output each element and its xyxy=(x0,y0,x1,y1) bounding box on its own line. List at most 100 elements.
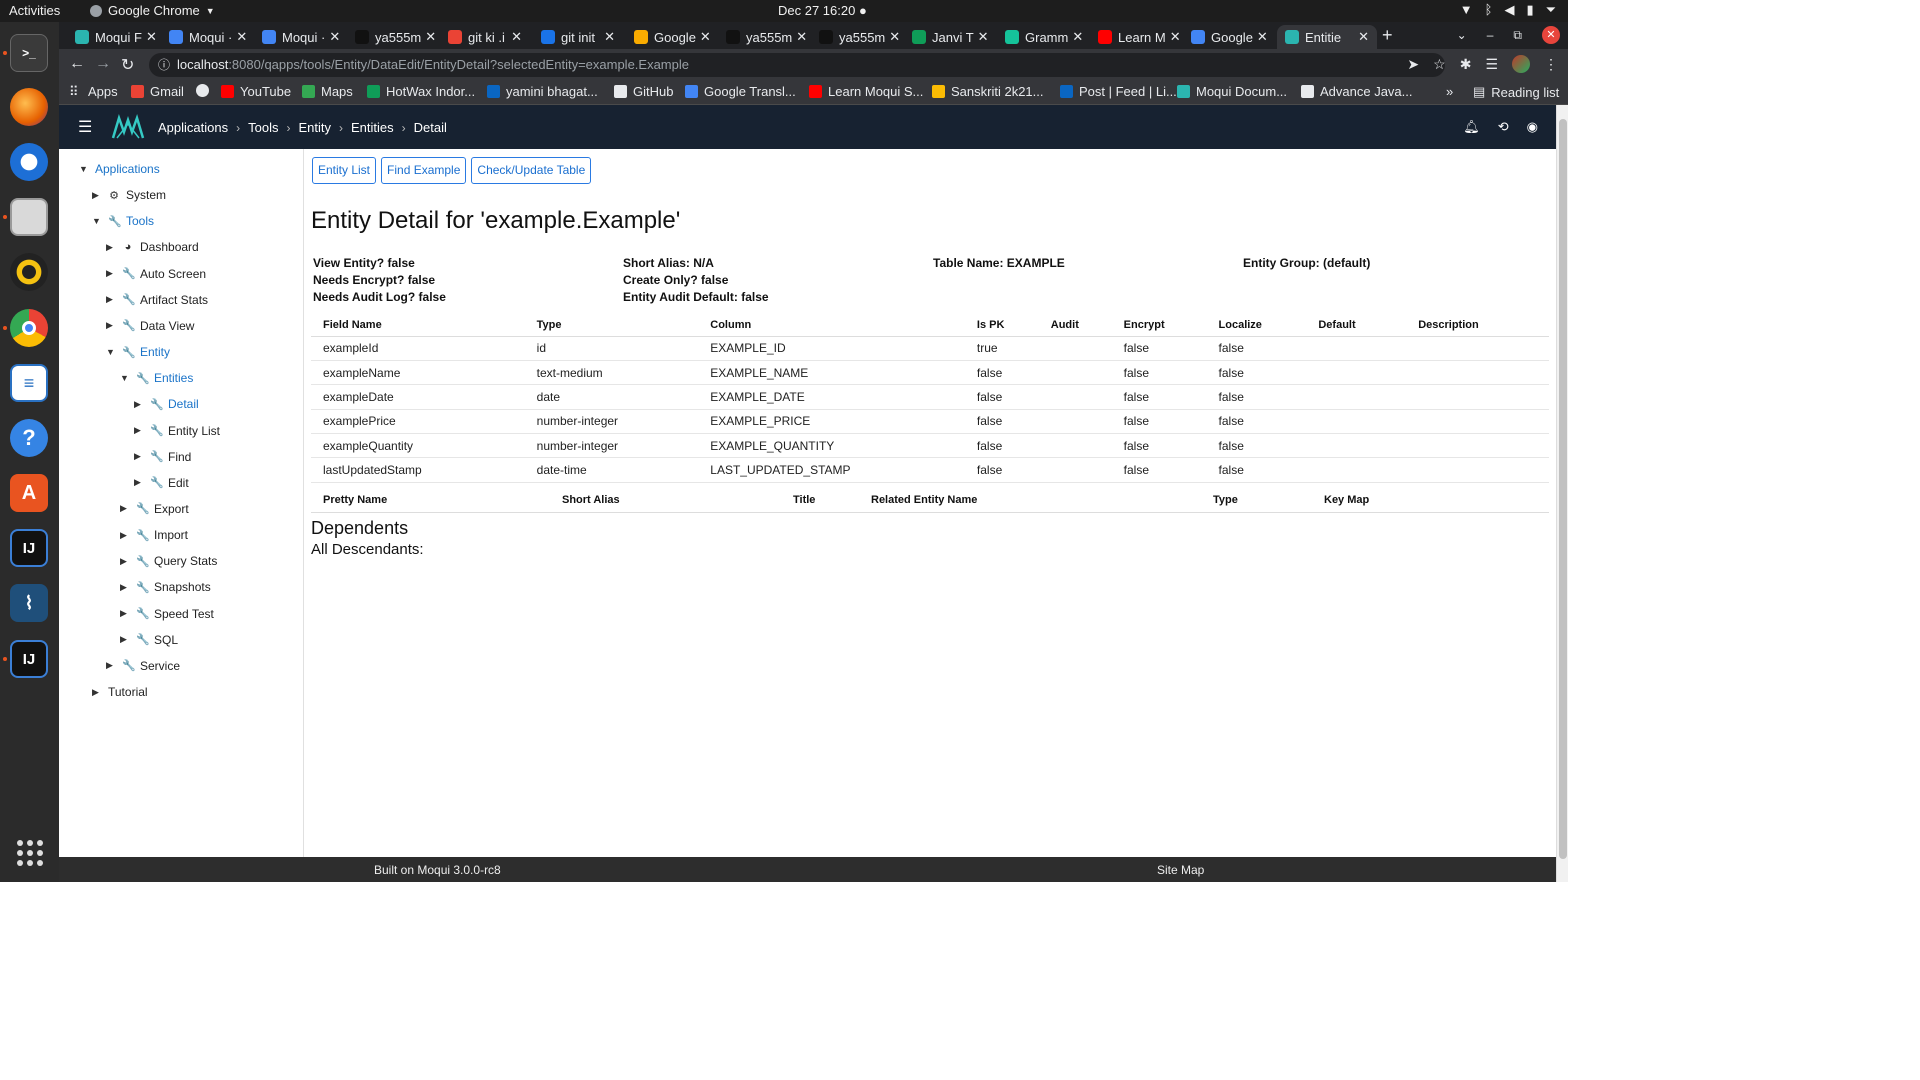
sidebar-item[interactable]: ▶ 🔧 SQL xyxy=(120,630,178,650)
bookmark-item[interactable]: Sanskriti 2k21... xyxy=(932,84,1044,99)
bookmark-item[interactable]: GitHub xyxy=(614,84,673,99)
sidebar-item[interactable]: ▶ ⚙ System xyxy=(92,185,166,205)
bookmark-item[interactable]: ⠿ Apps xyxy=(69,84,118,99)
browser-tab[interactable]: ya555m ✕ xyxy=(718,25,808,49)
close-window-button[interactable]: ✕ xyxy=(1542,26,1560,44)
browser-tab[interactable]: Gramm ✕ xyxy=(997,25,1087,49)
close-tab-icon[interactable]: ✕ xyxy=(792,29,807,45)
bookmark-item[interactable]: Learn Moqui S... xyxy=(809,84,923,99)
bookmark-item[interactable]: YouTube xyxy=(221,84,291,99)
caret-right-icon[interactable]: ▶ xyxy=(106,320,116,331)
close-tab-icon[interactable]: ✕ xyxy=(885,29,900,45)
menu-toggle-icon[interactable]: ☰ xyxy=(78,117,92,137)
browser-tab[interactable]: ya555m ✕ xyxy=(347,25,437,49)
close-tab-icon[interactable]: ✕ xyxy=(232,29,247,45)
browser-tab[interactable]: Moqui F ✕ xyxy=(67,25,157,49)
rhythmbox-icon[interactable] xyxy=(10,253,48,291)
user-account-icon[interactable]: ◉ xyxy=(1527,119,1538,135)
libreoffice-writer-icon[interactable]: ≡ xyxy=(10,364,48,402)
close-tab-icon[interactable]: ✕ xyxy=(974,29,989,45)
bookmark-item[interactable]: Google Transl... xyxy=(685,84,796,99)
breadcrumb-item[interactable]: Entity xyxy=(298,120,331,135)
browser-tab[interactable]: Moqui · ✕ xyxy=(161,25,251,49)
breadcrumb-item[interactable]: Detail xyxy=(414,120,447,135)
close-tab-icon[interactable]: ✕ xyxy=(1253,29,1268,45)
caret-down-icon[interactable]: ▼ xyxy=(92,216,102,226)
close-tab-icon[interactable]: ✕ xyxy=(507,29,522,45)
sidebar-item[interactable]: ▶ Tutorial xyxy=(92,682,148,702)
clock[interactable]: Dec 27 16:20 ● xyxy=(778,3,867,18)
sidebar-item[interactable]: ▶ 🔧 Query Stats xyxy=(120,551,217,571)
chrome-icon[interactable] xyxy=(10,309,48,347)
caret-right-icon[interactable]: ▶ xyxy=(120,503,130,514)
close-tab-icon[interactable]: ✕ xyxy=(696,29,711,45)
bookmark-item[interactable]: Gmail xyxy=(131,84,184,99)
sidebar-item[interactable]: ▶ 🔧 Artifact Stats xyxy=(106,290,208,310)
close-tab-icon[interactable]: ✕ xyxy=(142,29,157,45)
breadcrumb-item[interactable]: Entities xyxy=(351,120,394,135)
restore-button[interactable]: ⧉ xyxy=(1513,28,1522,43)
browser-tab[interactable]: Moqui · ✕ xyxy=(254,25,344,49)
browser-tab[interactable]: ya555m ✕ xyxy=(811,25,901,49)
moqui-logo[interactable] xyxy=(111,113,145,143)
bookmark-item[interactable]: Maps xyxy=(302,84,353,99)
activities-button[interactable]: Activities xyxy=(9,3,60,18)
extensions-icon[interactable]: ✱ xyxy=(1460,56,1472,73)
caret-right-icon[interactable]: ▶ xyxy=(120,556,130,567)
browser-tab[interactable]: Entitie ✕ xyxy=(1277,25,1377,49)
entity-list-button[interactable]: Entity List xyxy=(312,157,377,184)
notifications-bell-icon[interactable]: 🔔︎ xyxy=(1463,119,1480,135)
firefox-icon[interactable] xyxy=(10,88,48,126)
browser-tab[interactable]: Janvi T ✕ xyxy=(904,25,994,49)
breadcrumb-item[interactable]: Applications xyxy=(158,120,228,135)
back-button[interactable]: ← xyxy=(69,55,85,73)
bookmark-item[interactable]: Moqui Docum... xyxy=(1177,84,1287,99)
bookmark-item[interactable]: yamini bhagat... xyxy=(487,84,598,99)
sidebar-item[interactable]: ▶ 🔧 Snapshots xyxy=(120,577,211,597)
bookmark-item[interactable]: HotWax Indor... xyxy=(367,84,475,99)
browser-tab[interactable]: git init ✕ xyxy=(533,25,623,49)
close-tab-icon[interactable]: ✕ xyxy=(421,29,436,45)
send-tab-icon[interactable]: ➤ xyxy=(1407,56,1419,73)
caret-right-icon[interactable]: ▶ xyxy=(134,451,144,462)
intellij-secondary-icon[interactable]: IJ xyxy=(10,640,48,678)
find-example-button[interactable]: Find Example xyxy=(381,157,467,184)
site-map-link[interactable]: Site Map xyxy=(1157,863,1204,877)
caret-down-icon[interactable]: ▼ xyxy=(79,164,89,174)
app-menu[interactable]: Google Chrome ▼ xyxy=(90,3,215,18)
caret-right-icon[interactable]: ▶ xyxy=(134,399,144,410)
intellij-icon[interactable]: IJ xyxy=(10,529,48,567)
address-bar[interactable]: ⓘ localhost:8080/qapps/tools/Entity/Data… xyxy=(149,53,1445,77)
close-tab-icon[interactable]: ✕ xyxy=(600,29,615,45)
more-menu-icon[interactable]: ⋮ xyxy=(1544,56,1558,73)
close-tab-icon[interactable]: ✕ xyxy=(1354,29,1369,45)
show-applications-icon[interactable] xyxy=(17,840,43,866)
browser-tab[interactable]: Google ✕ xyxy=(1183,25,1273,49)
sidebar-item[interactable]: ▼ 🔧 Entities xyxy=(120,368,193,388)
close-tab-icon[interactable]: ✕ xyxy=(1068,29,1083,45)
sidebar-item[interactable]: ▶ 🔧 Edit xyxy=(134,473,189,493)
sidebar-item[interactable]: ▶ 🔧 Detail xyxy=(134,394,199,414)
close-tab-icon[interactable]: ✕ xyxy=(1166,29,1180,45)
sidebar-item[interactable]: ▶ 🔧 Import xyxy=(120,525,188,545)
breadcrumb-item[interactable]: Tools xyxy=(248,120,278,135)
new-tab-button[interactable]: + xyxy=(1382,25,1393,46)
caret-right-icon[interactable]: ▶ xyxy=(120,608,130,619)
sidebar-item[interactable]: ▶ 🔧 Entity List xyxy=(134,421,220,441)
caret-right-icon[interactable]: ▶ xyxy=(120,582,130,593)
history-icon[interactable]: ⟲ xyxy=(1498,119,1509,135)
software-center-icon[interactable]: A xyxy=(10,474,48,512)
bookmarks-overflow-button[interactable]: » xyxy=(1446,84,1453,99)
sidebar-item[interactable]: ▼ 🔧 Entity xyxy=(106,342,170,362)
tab-search-icon[interactable]: ⌄ xyxy=(1457,28,1467,42)
sidebar-item[interactable]: ▶ 🔧 Export xyxy=(120,499,189,519)
forward-button[interactable]: → xyxy=(95,55,111,73)
close-tab-icon[interactable]: ✕ xyxy=(325,29,340,45)
caret-right-icon[interactable]: ▶ xyxy=(134,425,144,436)
sidebar-item[interactable]: ▶ 🔧 Auto Screen xyxy=(106,264,206,284)
bookmark-item[interactable] xyxy=(196,84,215,97)
scrollbar-thumb[interactable] xyxy=(1559,119,1567,859)
caret-right-icon[interactable]: ▶ xyxy=(106,294,116,305)
mysql-workbench-icon[interactable]: ⌇ xyxy=(10,584,48,622)
bookmark-item[interactable]: Advance Java... xyxy=(1301,84,1413,99)
